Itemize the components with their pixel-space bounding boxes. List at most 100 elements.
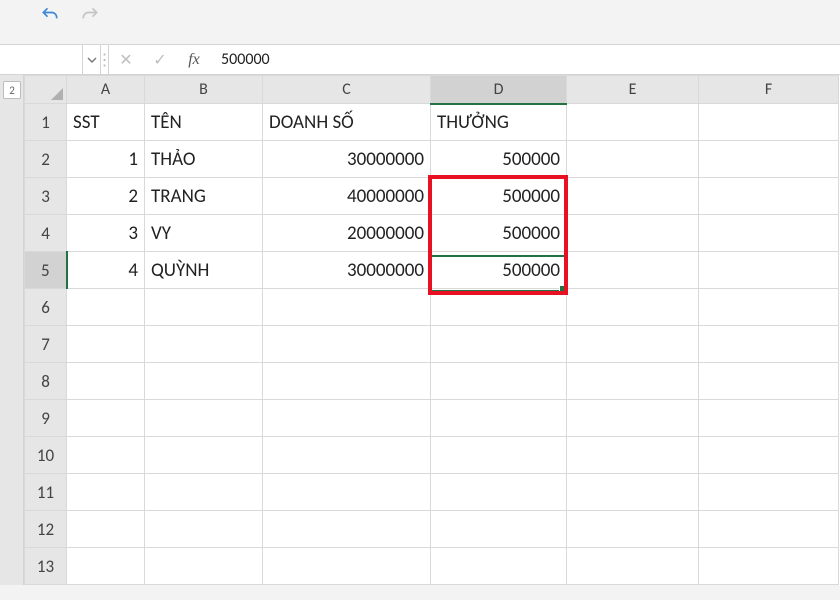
cell[interactable]: 4	[67, 252, 145, 289]
cell[interactable]	[263, 548, 431, 585]
cell[interactable]	[699, 326, 839, 363]
cell[interactable]	[567, 511, 699, 548]
cell[interactable]	[67, 326, 145, 363]
cell[interactable]	[145, 511, 263, 548]
cell[interactable]	[567, 326, 699, 363]
cell[interactable]: TRANG	[145, 178, 263, 215]
cell[interactable]	[567, 363, 699, 400]
col-header-f[interactable]: F	[699, 76, 839, 104]
col-header-a[interactable]: A	[67, 76, 145, 104]
cell[interactable]	[263, 400, 431, 437]
cell[interactable]	[567, 104, 699, 141]
cell[interactable]	[699, 474, 839, 511]
formula-bar-input[interactable]: 500000	[211, 45, 840, 74]
cell[interactable]	[699, 548, 839, 585]
col-header-c[interactable]: C	[263, 76, 431, 104]
cell[interactable]	[431, 326, 567, 363]
cell[interactable]	[263, 363, 431, 400]
outline-level-button[interactable]: 2	[3, 81, 21, 99]
cell[interactable]	[567, 141, 699, 178]
cell[interactable]	[263, 474, 431, 511]
col-header-d[interactable]: D	[431, 76, 567, 104]
cell[interactable]	[567, 474, 699, 511]
cell[interactable]: 20000000	[263, 215, 431, 252]
cell[interactable]: QUỲNH	[145, 252, 263, 289]
select-all-corner[interactable]	[25, 76, 67, 104]
cell[interactable]: THƯỞNG	[431, 104, 567, 141]
cell[interactable]: 30000000	[263, 141, 431, 178]
row-header[interactable]: 6	[25, 289, 67, 326]
cell[interactable]	[431, 363, 567, 400]
row-header[interactable]: 8	[25, 363, 67, 400]
cell[interactable]	[145, 289, 263, 326]
cancel-formula-icon[interactable]: ✕	[109, 45, 143, 74]
cell[interactable]: VY	[145, 215, 263, 252]
cell[interactable]: 30000000	[263, 252, 431, 289]
cell[interactable]	[431, 437, 567, 474]
cell[interactable]	[699, 363, 839, 400]
cell[interactable]: 500000	[431, 141, 567, 178]
cell[interactable]	[145, 548, 263, 585]
cell[interactable]	[263, 437, 431, 474]
spreadsheet-grid[interactable]: A B C D E F 1 SST TÊN DOANH SỐ THƯỞNG 2 …	[24, 75, 839, 585]
cell[interactable]: 500000	[431, 215, 567, 252]
cell[interactable]	[67, 400, 145, 437]
cell[interactable]	[699, 141, 839, 178]
cell[interactable]	[699, 178, 839, 215]
cell[interactable]	[145, 474, 263, 511]
cell[interactable]	[431, 289, 567, 326]
cell[interactable]	[431, 548, 567, 585]
row-header[interactable]: 4	[25, 215, 67, 252]
cell[interactable]: THẢO	[145, 141, 263, 178]
cell[interactable]	[263, 326, 431, 363]
cell[interactable]: SST	[67, 104, 145, 141]
cell[interactable]	[699, 289, 839, 326]
cell[interactable]	[145, 363, 263, 400]
cell[interactable]	[699, 400, 839, 437]
cell[interactable]: 1	[67, 141, 145, 178]
cell[interactable]	[567, 437, 699, 474]
cell[interactable]	[567, 289, 699, 326]
cell[interactable]	[67, 289, 145, 326]
cell[interactable]	[67, 474, 145, 511]
cell[interactable]	[567, 215, 699, 252]
cell[interactable]: 3	[67, 215, 145, 252]
cell[interactable]	[431, 474, 567, 511]
cell[interactable]	[567, 400, 699, 437]
row-header[interactable]: 10	[25, 437, 67, 474]
cell[interactable]	[431, 511, 567, 548]
cell[interactable]: 500000	[431, 178, 567, 215]
cell[interactable]	[263, 289, 431, 326]
enter-formula-icon[interactable]: ✓	[143, 45, 177, 74]
cell[interactable]	[145, 326, 263, 363]
cell[interactable]	[67, 363, 145, 400]
row-header[interactable]: 3	[25, 178, 67, 215]
row-header[interactable]: 2	[25, 141, 67, 178]
cell[interactable]: DOANH SỐ	[263, 104, 431, 141]
row-header[interactable]: 12	[25, 511, 67, 548]
cell[interactable]	[699, 252, 839, 289]
row-header[interactable]: 9	[25, 400, 67, 437]
cell[interactable]	[67, 548, 145, 585]
cell[interactable]	[145, 437, 263, 474]
cell[interactable]: 2	[67, 178, 145, 215]
cell[interactable]	[567, 178, 699, 215]
row-header[interactable]: 7	[25, 326, 67, 363]
cell[interactable]	[699, 511, 839, 548]
cell[interactable]: 500000	[431, 252, 567, 289]
redo-icon[interactable]	[80, 5, 100, 25]
cell[interactable]	[699, 215, 839, 252]
cell[interactable]	[67, 511, 145, 548]
cell[interactable]: 40000000	[263, 178, 431, 215]
fx-icon[interactable]: fx	[177, 45, 211, 74]
col-header-b[interactable]: B	[145, 76, 263, 104]
cell[interactable]	[567, 548, 699, 585]
col-header-e[interactable]: E	[567, 76, 699, 104]
cell[interactable]	[263, 511, 431, 548]
row-header[interactable]: 1	[25, 104, 67, 141]
row-header[interactable]: 5	[25, 252, 67, 289]
undo-icon[interactable]	[40, 5, 60, 25]
cell[interactable]	[67, 437, 145, 474]
row-header[interactable]: 11	[25, 474, 67, 511]
worksheet-area[interactable]: 2 A B C D E F 1 SST TÊN DOANH SỐ THƯỞNG …	[0, 75, 840, 585]
